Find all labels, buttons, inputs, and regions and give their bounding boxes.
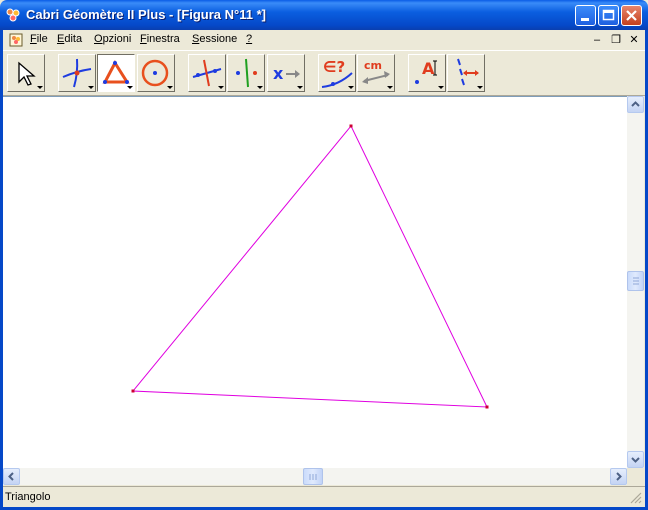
- document-icon[interactable]: [8, 32, 24, 48]
- measure-cm-icon: cm: [362, 59, 393, 89]
- doc-minimize-button[interactable]: –: [590, 33, 604, 47]
- title-bar[interactable]: Cabri Géomètre II Plus - [Figura N°11 *]: [0, 0, 648, 30]
- status-bar: Triangolo: [3, 486, 645, 507]
- doc-restore-button[interactable]: ❐: [609, 33, 623, 47]
- toolbar: x ∈? cm A: [3, 50, 645, 96]
- horizontal-scroll-thumb[interactable]: [303, 468, 323, 485]
- check-property-tool[interactable]: ∈?: [318, 54, 356, 92]
- vertex-a: [349, 124, 353, 128]
- menu-file[interactable]: File: [30, 33, 48, 45]
- construct-tool[interactable]: [188, 54, 226, 92]
- macro-tool[interactable]: x: [267, 54, 305, 92]
- menu-opzioni[interactable]: Opzioni: [94, 33, 131, 45]
- maximize-icon: [602, 9, 615, 21]
- status-text: Triangolo: [5, 491, 51, 503]
- triangle-shape: [131, 125, 488, 408]
- scroll-up-button[interactable]: [627, 96, 644, 113]
- svg-text:∈?: ∈?: [323, 58, 345, 76]
- chevron-right-icon: [616, 472, 622, 481]
- window-title: Cabri Géomètre II Plus - [Figura N°11 *]: [26, 7, 266, 22]
- minimize-icon: [581, 18, 589, 21]
- menu-help[interactable]: ?: [246, 33, 252, 45]
- vertex-c: [485, 405, 489, 409]
- menu-edita[interactable]: Edita: [57, 33, 82, 45]
- cabri-app-icon[interactable]: [5, 7, 21, 23]
- macro-x-icon: x: [273, 64, 303, 89]
- scroll-corner: [627, 468, 644, 485]
- window-frame-left: [0, 30, 3, 510]
- resize-grip-icon[interactable]: [628, 490, 642, 504]
- hide-show-icon: [457, 58, 483, 89]
- transform-tool[interactable]: [227, 54, 265, 92]
- drawing-tool[interactable]: [447, 54, 485, 92]
- vertex-b: [131, 389, 135, 393]
- symmetry-icon: [236, 58, 263, 89]
- grip-lines-icon: [633, 277, 639, 285]
- close-icon: [626, 10, 637, 21]
- menu-finestra[interactable]: Finestra: [140, 33, 180, 45]
- circle-tool[interactable]: [137, 54, 175, 92]
- triangle-icon: [102, 60, 133, 89]
- close-button[interactable]: [621, 5, 642, 26]
- triangle-tool[interactable]: [97, 54, 135, 92]
- member-question-icon: ∈?: [321, 58, 354, 89]
- menu-bar: File Edita Opzioni Finestra Sessione ? –…: [0, 30, 648, 50]
- svg-text:x: x: [273, 64, 284, 83]
- pointer-tool[interactable]: [7, 54, 45, 92]
- maximize-button[interactable]: [598, 5, 619, 26]
- figure-drawing: [131, 124, 489, 409]
- chevron-left-icon: [8, 472, 14, 481]
- points-tool[interactable]: [58, 54, 96, 92]
- measure-tool[interactable]: cm: [357, 54, 395, 92]
- circle-icon: [141, 59, 173, 89]
- drawing-canvas[interactable]: [3, 96, 627, 468]
- vertical-scroll-thumb[interactable]: [627, 271, 644, 291]
- point-curves-icon: [62, 58, 94, 89]
- chevron-up-icon: [631, 101, 640, 107]
- menu-sessione[interactable]: Sessione: [192, 33, 237, 45]
- arrow-pointer-icon: [18, 61, 43, 89]
- vertical-scrollbar[interactable]: [627, 96, 644, 468]
- perpendicular-icon: [192, 59, 224, 89]
- grip-lines-icon: [309, 474, 317, 480]
- scroll-left-button[interactable]: [3, 468, 20, 485]
- scroll-down-button[interactable]: [627, 451, 644, 468]
- minimize-button[interactable]: [575, 5, 596, 26]
- scroll-right-button[interactable]: [610, 468, 627, 485]
- doc-close-button[interactable]: ✕: [627, 33, 641, 47]
- chevron-down-icon: [631, 457, 640, 463]
- label-a-icon: A: [415, 59, 444, 89]
- horizontal-scrollbar[interactable]: [3, 468, 627, 485]
- svg-text:cm: cm: [364, 59, 382, 72]
- display-tool[interactable]: A: [408, 54, 446, 92]
